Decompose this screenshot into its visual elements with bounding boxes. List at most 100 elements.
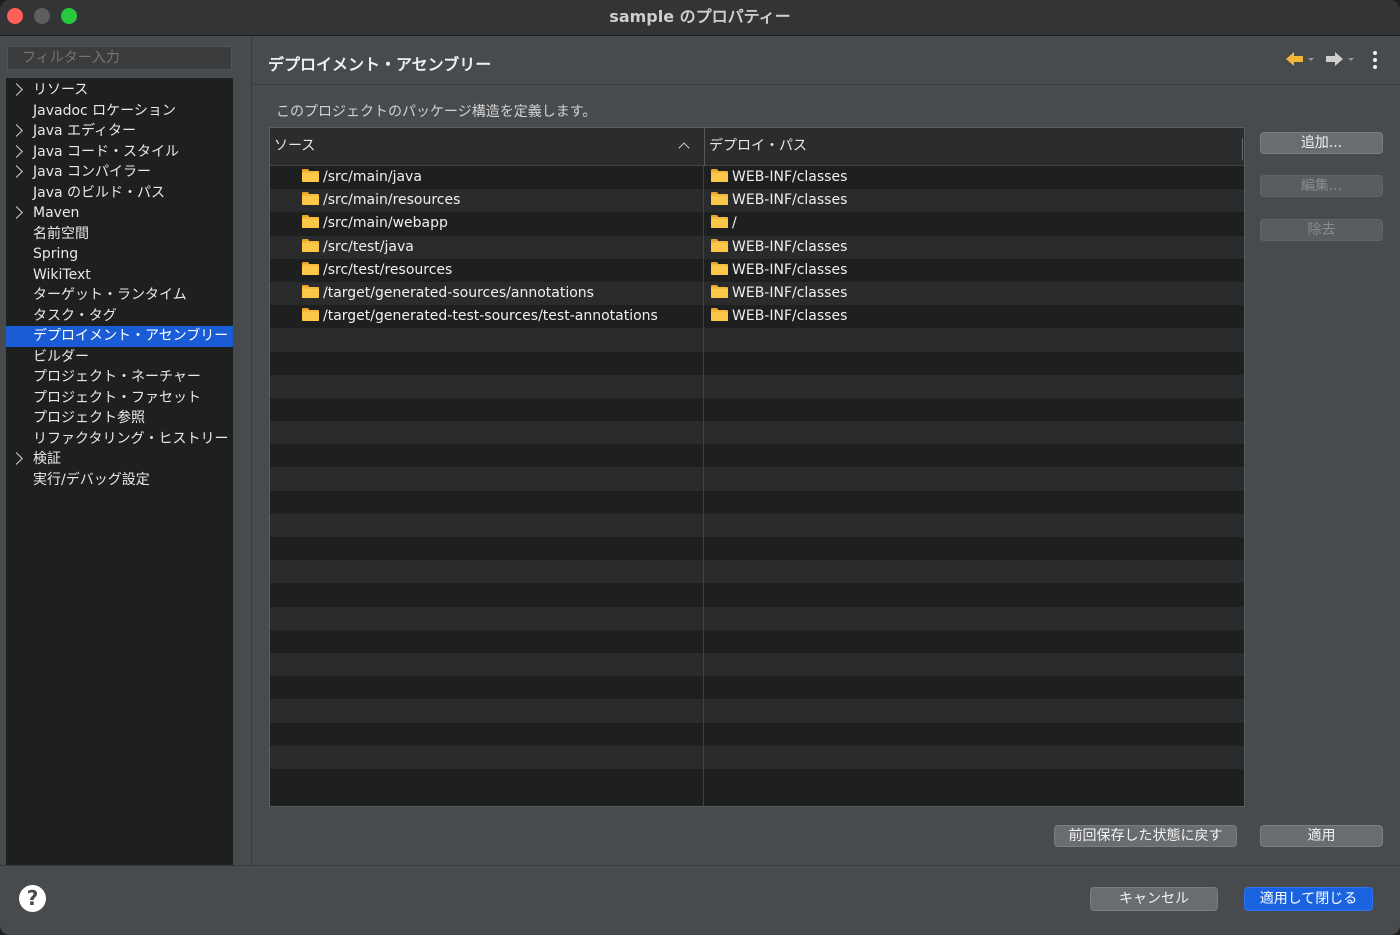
table-row — [270, 629, 1244, 653]
tree-item-label: Spring — [33, 246, 79, 262]
chevron-right-icon[interactable] — [10, 206, 23, 219]
tree-item[interactable]: リソース — [6, 80, 233, 101]
column-header-deploy-path[interactable]: デプロイ・パス — [704, 128, 1244, 166]
chevron-right-icon[interactable] — [10, 452, 23, 465]
tree-item-label: WikiText — [33, 266, 91, 283]
tree-item[interactable]: 実行/デバッグ設定 — [6, 470, 233, 491]
deploy-path: WEB-INF/classes — [732, 238, 848, 255]
table-row[interactable]: /src/main/java WEB-INF/classes — [270, 166, 1244, 190]
deploy-path-cell: WEB-INF/classes — [711, 189, 847, 212]
source-path: /target/generated-test-sources/test-anno… — [323, 308, 658, 325]
source-cell: /src/main/resources — [302, 189, 460, 212]
table-row[interactable]: /target/generated-test-sources/test-anno… — [270, 305, 1244, 329]
tree-item[interactable]: WikiText — [6, 265, 233, 286]
table-row[interactable]: /src/test/resources WEB-INF/classes — [270, 258, 1244, 282]
tree-item[interactable]: デプロイメント・アセンブリー — [6, 326, 233, 347]
tree-item-label: Java のビルド・パス — [33, 184, 166, 201]
tree-item[interactable]: プロジェクト・ネーチャー — [6, 367, 233, 388]
folder-icon — [711, 284, 728, 298]
tree-item-label: プロジェクト・ネーチャー — [33, 369, 201, 385]
main-panel: デプロイメント・アセンブリー このプロジェクトのパッケージ構造を定義します。 ソ… — [251, 37, 1400, 865]
deploy-path: WEB-INF/classes — [732, 284, 848, 301]
table-row[interactable]: /target/generated-sources/annotations WEB… — [270, 281, 1244, 306]
tree-item[interactable]: Java のビルド・パス — [6, 183, 233, 204]
tree-item-label: 名前空間 — [33, 225, 89, 242]
folder-icon — [302, 284, 319, 298]
source-cell: /src/test/resources — [302, 259, 452, 282]
table-row — [270, 351, 1244, 375]
deploy-path: WEB-INF/classes — [732, 192, 848, 209]
tree-item-label: Java コード・スタイル — [33, 143, 180, 160]
tree-item-label: プロジェクト・ファセット — [33, 389, 201, 406]
property-page-tree: リソース Javadoc ロケーション Java エディター Java コード・スタイ… — [6, 78, 233, 865]
folder-icon — [302, 215, 319, 229]
table-row — [270, 444, 1244, 468]
tree-item[interactable]: Java コンパイラー — [6, 162, 233, 183]
tree-item-label: プロジェクト参照 — [33, 410, 145, 426]
column-resize-handle[interactable] — [1242, 138, 1243, 160]
remove-button[interactable]: 除去 — [1260, 219, 1383, 241]
deploy-path-cell: WEB-INF/classes — [711, 236, 847, 259]
tree-item[interactable]: Java コード・スタイル — [6, 142, 233, 163]
tree-item[interactable]: Java エディター — [6, 121, 233, 142]
tree-item[interactable]: ターゲット・ランタイム — [6, 285, 233, 306]
window-title: sample のプロパティー — [609, 7, 791, 26]
table-row — [270, 722, 1244, 746]
page-description: このプロジェクトのパッケージ構造を定義します。 — [276, 104, 597, 120]
column-header-source[interactable]: ソース — [270, 128, 703, 166]
edit-button[interactable]: 編集... — [1260, 175, 1383, 197]
tree-item[interactable]: ビルダー — [6, 347, 233, 368]
left-panel: リソース Javadoc ロケーション Java エディター Java コード・スタイ… — [0, 37, 250, 865]
table-row — [270, 560, 1244, 584]
chevron-right-icon[interactable] — [10, 83, 23, 96]
add-button[interactable]: 追加... — [1260, 132, 1383, 154]
arrow-left-icon[interactable] — [1284, 49, 1318, 69]
folder-icon — [711, 192, 728, 206]
title-bar: sample のプロパティー — [0, 0, 1400, 36]
source-path: /src/main/java — [323, 169, 422, 185]
deploy-path: WEB-INF/classes — [732, 169, 848, 185]
tree-item[interactable]: プロジェクト・ファセット — [6, 388, 233, 409]
table-row — [270, 606, 1244, 630]
folder-icon — [711, 169, 728, 182]
chevron-right-icon[interactable] — [10, 144, 23, 158]
chevron-right-icon[interactable] — [10, 165, 23, 178]
tree-item[interactable]: プロジェクト参照 — [6, 408, 233, 429]
kebab-menu-icon[interactable] — [1368, 49, 1382, 71]
table-row — [270, 467, 1244, 491]
tree-item[interactable]: Javadoc ロケーション — [6, 101, 233, 122]
header-separator — [252, 84, 1400, 85]
table-row — [270, 513, 1244, 537]
tree-item[interactable]: 名前空間 — [6, 224, 233, 245]
folder-icon — [711, 261, 728, 275]
table-row[interactable]: /src/test/java WEB-INF/classes — [270, 235, 1244, 259]
folder-icon — [302, 261, 319, 275]
tree-item[interactable]: リファクタリング・ヒストリー — [6, 429, 233, 450]
tree-item-label: Maven — [33, 205, 80, 221]
source-cell: /src/main/webapp — [302, 212, 448, 235]
deploy-path: WEB-INF/classes — [732, 308, 848, 325]
apply-button[interactable]: 適用 — [1260, 825, 1383, 847]
tree-item[interactable]: タスク・タグ — [6, 306, 233, 327]
deploy-path-cell: WEB-INF/classes — [711, 282, 847, 305]
tree-item[interactable]: Spring — [6, 244, 233, 265]
tree-item[interactable]: 検証 — [6, 449, 233, 470]
tree-item-label: デプロイメント・アセンブリー — [33, 328, 229, 344]
table-row — [270, 699, 1244, 723]
cancel-button[interactable]: キャンセル — [1090, 887, 1218, 911]
tree-item-label: ビルダー — [33, 348, 89, 365]
assembly-table: ソース デプロイ・パス /src/main/java WEB-INF/classe… — [269, 127, 1245, 807]
chevron-right-icon[interactable] — [10, 124, 23, 137]
restore-defaults-button[interactable]: 前回保存した状態に戻す — [1054, 825, 1237, 847]
help-icon[interactable]: ? — [19, 885, 46, 912]
filter-input[interactable] — [7, 46, 232, 70]
apply-and-close-button[interactable]: 適用して閉じる — [1244, 887, 1373, 911]
tree-item-label: Javadoc ロケーション — [33, 102, 176, 119]
tree-item[interactable]: Maven — [6, 203, 233, 224]
tree-item-label: Java エディター — [33, 123, 137, 139]
folder-icon — [302, 192, 319, 206]
source-cell: /src/main/java — [302, 166, 422, 189]
table-row[interactable]: /src/main/webapp / — [270, 212, 1244, 236]
table-row[interactable]: /src/main/resources WEB-INF/classes — [270, 189, 1244, 213]
arrow-right-icon[interactable] — [1324, 49, 1358, 69]
